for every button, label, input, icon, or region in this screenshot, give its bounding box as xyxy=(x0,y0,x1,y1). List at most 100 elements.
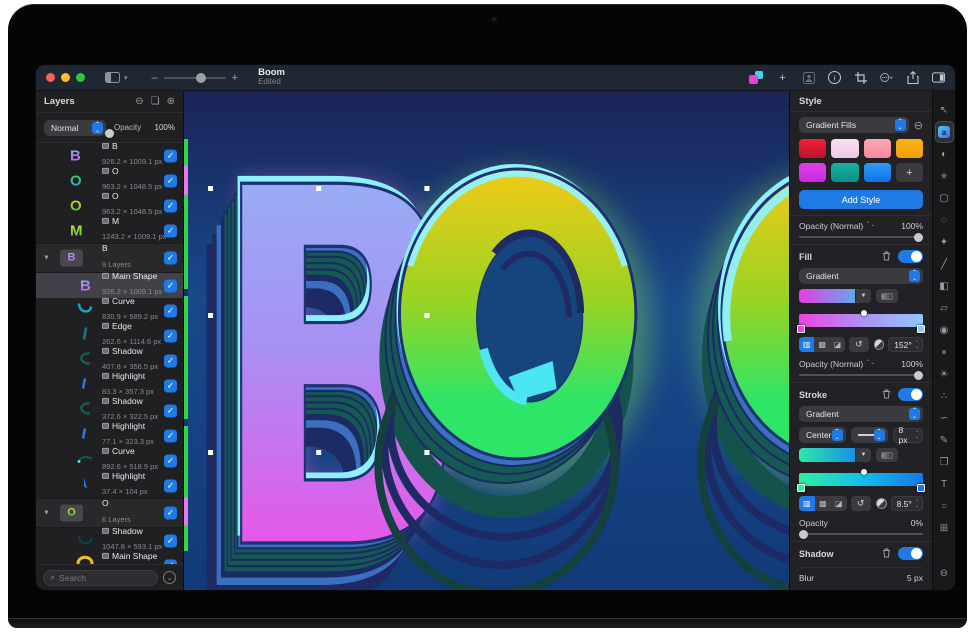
layer-opacity-knob[interactable] xyxy=(105,129,114,138)
stroke-angle-stepper[interactable]: 8.5° ⌃⌄ xyxy=(891,496,923,511)
info-button[interactable]: i xyxy=(828,71,841,84)
shapes-tool[interactable]: ❐ xyxy=(935,451,954,473)
style-swatch-magenta[interactable] xyxy=(799,163,826,182)
remove-preset-button[interactable]: ⊖ xyxy=(914,119,923,132)
layer-row-o[interactable]: OO963.2 × 1048.5 px✓ xyxy=(36,193,183,218)
style-swatch-red[interactable] xyxy=(799,139,826,158)
stroke-type-dropdown[interactable]: Gradient ⌃⌄ xyxy=(799,406,923,422)
style-preset-dropdown[interactable]: Gradient Fills ⌃⌄ xyxy=(799,117,909,133)
fill-stop-right[interactable] xyxy=(917,325,925,333)
zoom-knob[interactable] xyxy=(196,73,206,83)
layers-search[interactable]: ⌕ xyxy=(43,570,158,586)
layer-row-highlight[interactable]: Highlight37.4 × 104 px✓ xyxy=(36,473,183,498)
layer-visibility-checkbox[interactable]: ✓ xyxy=(164,252,177,265)
rotate-gradient-icon[interactable] xyxy=(874,339,885,350)
style-swatch-teal[interactable] xyxy=(831,163,858,182)
zoom-in-button[interactable]: + xyxy=(226,72,244,84)
canvas[interactable]: B xyxy=(184,91,789,590)
fill-tool[interactable]: ◧ xyxy=(935,275,954,297)
search-filter-button[interactable]: ⌄ xyxy=(163,571,176,584)
zoom-track[interactable] xyxy=(164,77,226,79)
radial-gradient-button[interactable]: ▩ xyxy=(814,337,829,352)
layer-stack-icon[interactable]: ❏ xyxy=(151,96,160,107)
layer-row-o[interactable]: OO963.2 × 1048.5 px✓ xyxy=(36,168,183,193)
pencil-tool[interactable]: ╱ xyxy=(935,253,954,275)
panels-toggle-button[interactable] xyxy=(932,71,945,84)
linear-gradient-button[interactable]: ▥ xyxy=(799,496,815,511)
fill-toggle[interactable] xyxy=(898,250,923,263)
layer-row-main-shape[interactable]: Main Shape963.2 × 1048.5 px✓ xyxy=(36,553,183,564)
stroke-opacity-slider[interactable] xyxy=(799,533,923,535)
layer-row-shadow[interactable]: Shadow407.8 × 356.5 px✓ xyxy=(36,348,183,373)
stroke-opacity-knob[interactable] xyxy=(799,530,808,539)
shadow-trash-button[interactable] xyxy=(882,548,891,560)
add-layer-button[interactable]: ⊕ xyxy=(167,96,175,107)
layer-row-shadow[interactable]: Shadow1047.8 × 593.1 px✓ xyxy=(36,528,183,553)
fill-gradient-bar[interactable] xyxy=(799,314,923,327)
top-opacity-knob[interactable] xyxy=(914,233,923,242)
top-opacity-slider[interactable] xyxy=(799,236,923,238)
grain-tool[interactable]: ∴ xyxy=(935,385,954,407)
layer-visibility-checkbox[interactable]: ✓ xyxy=(164,279,177,292)
angle-gradient-button[interactable]: ◪ xyxy=(831,496,847,511)
layer-row-b[interactable]: ▼BB9 Layers✓ xyxy=(36,243,183,273)
style-tool[interactable]: a xyxy=(935,121,954,143)
style-swatch-salmon[interactable] xyxy=(864,139,891,158)
style-swatch-blue[interactable] xyxy=(864,163,891,182)
style-swatch-orange[interactable] xyxy=(896,139,923,158)
stroke-position-dropdown[interactable]: Center ⌃⌄ xyxy=(799,427,846,443)
fullscreen-button[interactable] xyxy=(76,73,85,82)
fill-gradient-swatch[interactable]: ▼ xyxy=(799,289,871,303)
shadow-toggle[interactable] xyxy=(898,547,923,560)
layer-visibility-checkbox[interactable]: ✓ xyxy=(164,479,177,492)
expand-chevron-icon[interactable]: ▼ xyxy=(43,255,50,262)
layer-row-curve[interactable]: Curve892.6 × 518.9 px✓ xyxy=(36,448,183,473)
layer-visibility-checkbox[interactable]: ✓ xyxy=(164,404,177,417)
layer-visibility-checkbox[interactable]: ✓ xyxy=(164,174,177,187)
fill-opacity-slider[interactable] xyxy=(799,374,923,376)
zoom-out-button[interactable]: – xyxy=(146,72,164,84)
more-tools-button[interactable] xyxy=(880,71,893,84)
stroke-gradient-swatch[interactable]: ▼ xyxy=(799,448,871,462)
style-swatch-light-pink[interactable] xyxy=(831,139,858,158)
layer-row-m[interactable]: MM1243.2 × 1009.1 px✓ xyxy=(36,218,183,243)
layer-visibility-checkbox[interactable]: ✓ xyxy=(164,534,177,547)
layer-row-main-shape[interactable]: BMain Shape926.2 × 1009.1 px✓ xyxy=(36,273,183,298)
type-tool[interactable]: T xyxy=(935,473,954,495)
layer-row-shadow[interactable]: Shadow372.6 × 322.5 px✓ xyxy=(36,398,183,423)
stroke-width-stepper[interactable]: 8 px ⌃⌄ xyxy=(893,428,923,443)
zoom-tool[interactable]: ○ xyxy=(935,495,954,517)
angle-gradient-button[interactable]: ◪ xyxy=(830,337,845,352)
layer-visibility-checkbox[interactable]: ✓ xyxy=(164,379,177,392)
fill-type-dropdown[interactable]: Gradient ⌃⌄ xyxy=(799,268,923,284)
layer-visibility-checkbox[interactable]: ✓ xyxy=(164,354,177,367)
stroke-line-style-dropdown[interactable]: ⌃⌄ xyxy=(851,427,888,443)
layer-visibility-checkbox[interactable]: ✓ xyxy=(164,454,177,467)
add-button[interactable]: + xyxy=(776,71,789,84)
fill-trash-button[interactable] xyxy=(882,251,891,263)
insert-shape-button[interactable] xyxy=(749,71,763,84)
stroke-mid-stop[interactable] xyxy=(861,469,867,475)
share-button[interactable] xyxy=(906,71,919,84)
reverse-gradient-button[interactable]: ↺ xyxy=(849,337,868,352)
stroke-stop-left[interactable] xyxy=(797,484,805,492)
fill-gradient-options-button[interactable] xyxy=(876,289,898,303)
blur-tool[interactable]: ● xyxy=(935,341,954,363)
add-style-button[interactable]: Add Style xyxy=(799,190,923,209)
photo-browser-button[interactable] xyxy=(802,71,815,84)
pen-tool[interactable]: ✎ xyxy=(935,429,954,451)
layer-row-o[interactable]: ▼OO6 Layers✓ xyxy=(36,498,183,528)
stroke-trash-button[interactable] xyxy=(882,389,891,401)
minimize-button[interactable] xyxy=(61,73,70,82)
reverse-gradient-button[interactable]: ↺ xyxy=(851,496,871,511)
layer-visibility-checkbox[interactable]: ✓ xyxy=(164,507,177,520)
rect-select-tool[interactable]: ▢ xyxy=(935,187,954,209)
layer-visibility-checkbox[interactable]: ✓ xyxy=(164,199,177,212)
stroke-gradient-editor[interactable] xyxy=(799,470,923,490)
smudge-tool[interactable]: ∽ xyxy=(935,407,954,429)
lasso-select-tool[interactable]: ◌ xyxy=(935,209,954,231)
collapse-tools[interactable]: ⊖ xyxy=(935,562,954,584)
layer-row-curve[interactable]: Curve830.9 × 589.2 px✓ xyxy=(36,298,183,323)
search-input[interactable] xyxy=(59,573,139,583)
stroke-stop-right[interactable] xyxy=(917,484,925,492)
